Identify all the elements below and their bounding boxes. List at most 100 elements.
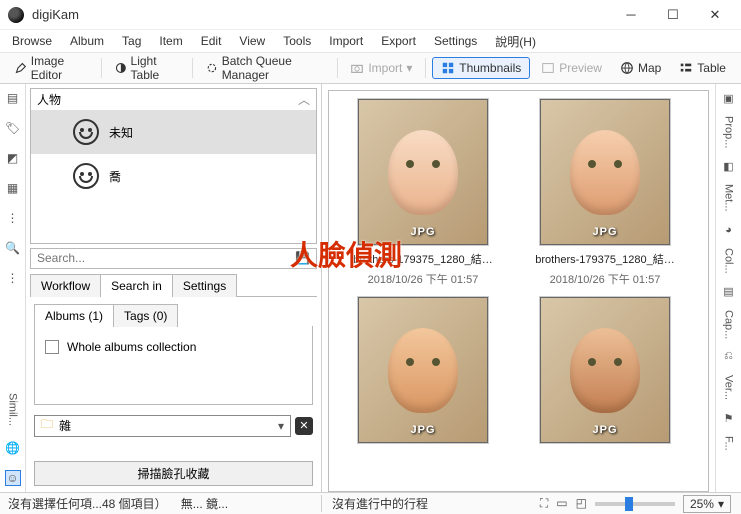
rail-more-icon[interactable] — [5, 210, 21, 226]
rail-right-col-icon[interactable]: ◕ — [721, 222, 737, 238]
thumbnail-image[interactable]: JPG — [540, 297, 670, 443]
album-combo[interactable]: 🗀 雜 ▾ — [34, 415, 291, 437]
rail-search-icon[interactable]: 🔍 — [5, 240, 21, 256]
clear-combo-button[interactable]: ✕ — [295, 417, 313, 435]
rail-tag-icon[interactable]: 🏷 — [5, 120, 21, 136]
people-item-qiao[interactable]: 喬 — [31, 154, 316, 198]
menu-browse[interactable]: Browse — [12, 34, 52, 48]
rail-right-col[interactable]: Col... — [723, 248, 735, 274]
tab-workflow[interactable]: Workflow — [30, 274, 101, 297]
rail-right-met[interactable]: Met... — [723, 184, 735, 212]
close-button[interactable]: ✕ — [697, 3, 733, 27]
left-panel: 人物 ︿ 未知 喬 💾 Workflow Search in Settings … — [26, 84, 322, 492]
rail-right-prop[interactable]: Prop... — [723, 116, 735, 148]
import-button[interactable]: Import ▾ — [343, 57, 419, 79]
thumbnail-image[interactable]: JPG — [358, 99, 488, 245]
left-rail: ▤ 🏷 ◩ ▦ 🔍 Simil... 🌐 ☺ — [0, 84, 26, 492]
list-icon — [679, 61, 693, 75]
thumbnail-card[interactable]: JPG brothers-179375_1280_結… 2018/10/26 下… — [519, 99, 691, 287]
right-rail: ▣ Prop... ◧ Met... ◕ Col... ▤ Cap... ⎌ V… — [715, 84, 741, 492]
light-table-button[interactable]: Light Table — [108, 50, 186, 86]
rail-people-icon[interactable]: ☺ — [5, 470, 21, 486]
rail-menu-icon[interactable]: ▤ — [5, 90, 21, 106]
menu-export[interactable]: Export — [381, 34, 416, 48]
rail-right-ver[interactable]: Ver... — [723, 375, 735, 400]
zoom-combo[interactable]: 25% ▾ — [683, 495, 731, 513]
menu-view[interactable]: View — [239, 34, 265, 48]
people-tree[interactable]: 人物 ︿ 未知 喬 — [30, 88, 317, 244]
maximize-button[interactable]: ☐ — [655, 3, 691, 27]
subtab-tags[interactable]: Tags (0) — [113, 304, 178, 327]
folder-icon: 🗀 — [41, 415, 53, 436]
preview-label: Preview — [559, 61, 602, 75]
rail-globe-icon[interactable]: 🌐 — [5, 440, 21, 456]
people-item-unknown[interactable]: 未知 — [31, 110, 316, 154]
format-badge: JPG — [410, 424, 435, 436]
map-button[interactable]: Map — [613, 57, 668, 79]
rail-right-ver-icon[interactable]: ⎌ — [721, 349, 737, 365]
save-search-icon[interactable]: 💾 — [289, 251, 316, 265]
table-label: Table — [697, 61, 726, 75]
whole-albums-checkbox-row[interactable]: Whole albums collection — [45, 340, 302, 354]
thumbnail-card[interactable]: JPG brothers-179375_1280_結… 2018/10/26 下… — [337, 99, 509, 287]
sub-tab-row: Albums (1) Tags (0) — [34, 303, 313, 326]
zoom-slider[interactable] — [595, 502, 675, 506]
thumbnail-filename: brothers-179375_1280_結… — [535, 251, 674, 267]
rail-label-icon[interactable]: ◩ — [5, 150, 21, 166]
face-icon — [73, 163, 99, 189]
image-editor-button[interactable]: Image Editor — [8, 50, 95, 86]
tool-bar: Image Editor Light Table Batch Queue Man… — [0, 52, 741, 84]
rail-right-f[interactable]: F... — [723, 436, 735, 451]
table-button[interactable]: Table — [672, 57, 733, 79]
rail-right-cap-icon[interactable]: ▤ — [721, 284, 737, 300]
thumbnail-grid[interactable]: JPG brothers-179375_1280_結… 2018/10/26 下… — [328, 90, 709, 492]
preview-button[interactable]: Preview — [534, 57, 609, 79]
globe-icon — [620, 61, 634, 75]
chevron-up-icon[interactable]: ︿ — [298, 91, 310, 108]
subtab-albums[interactable]: Albums (1) — [34, 304, 114, 327]
rail-right-f-icon[interactable]: ⚑ — [721, 410, 737, 426]
rail-right-cap[interactable]: Cap... — [723, 310, 735, 339]
menu-tag[interactable]: Tag — [122, 34, 141, 48]
menu-settings[interactable]: Settings — [434, 34, 477, 48]
menu-item[interactable]: Item — [159, 34, 182, 48]
menu-album[interactable]: Album — [70, 34, 104, 48]
bqm-button[interactable]: Batch Queue Manager — [199, 50, 331, 86]
search-input[interactable] — [31, 251, 289, 265]
thumbnail-image[interactable]: JPG — [540, 99, 670, 245]
menu-import[interactable]: Import — [329, 34, 363, 48]
minimize-button[interactable]: ─ — [613, 3, 649, 27]
image-editor-label: Image Editor — [31, 54, 88, 82]
tab-search-in[interactable]: Search in — [100, 274, 173, 297]
status-progress: 沒有進行中的行程 — [332, 495, 428, 512]
center-panel: JPG brothers-179375_1280_結… 2018/10/26 下… — [322, 84, 715, 492]
actual-size-icon[interactable]: ◰ — [576, 496, 587, 511]
circle-half-icon — [115, 61, 127, 75]
checkbox-icon[interactable] — [45, 340, 59, 354]
menu-tools[interactable]: Tools — [283, 34, 311, 48]
format-badge: JPG — [592, 226, 617, 238]
thumbnail-card[interactable]: JPG — [337, 297, 509, 443]
scan-faces-button[interactable]: 掃描臉孔收藏 — [34, 461, 313, 486]
combo-value: 雜 — [59, 417, 71, 434]
rail-right-prop-icon[interactable]: ▣ — [721, 90, 737, 106]
people-item-label: 未知 — [109, 124, 133, 141]
fit-window-icon[interactable]: ⛶ — [540, 496, 548, 511]
thumbnails-button[interactable]: Thumbnails — [432, 57, 530, 79]
rail-calendar-icon[interactable]: ▦ — [5, 180, 21, 196]
pencil-icon — [15, 61, 27, 75]
thumbnail-image[interactable]: JPG — [358, 297, 488, 443]
fit-width-icon[interactable]: ▭ — [556, 496, 567, 511]
menu-edit[interactable]: Edit — [201, 34, 222, 48]
gear-arrow-icon — [206, 61, 218, 75]
thumbnail-date: 2018/10/26 下午 01:57 — [550, 271, 661, 287]
menu-help[interactable]: 說明(H) — [495, 33, 536, 50]
status-bar: 沒有選擇任何項...48 個項目） 無... 鏡... 沒有進行中的行程 ⛶ ▭… — [0, 492, 741, 514]
rail-similarity-label[interactable]: Simil... — [5, 393, 21, 426]
rail-right-met-icon[interactable]: ◧ — [721, 158, 737, 174]
camera-icon — [350, 61, 364, 75]
thumbnail-card[interactable]: JPG — [519, 297, 691, 443]
rail-more2-icon[interactable] — [5, 270, 21, 286]
tab-settings[interactable]: Settings — [172, 274, 237, 297]
thumbnail-date: 2018/10/26 下午 01:57 — [368, 271, 479, 287]
